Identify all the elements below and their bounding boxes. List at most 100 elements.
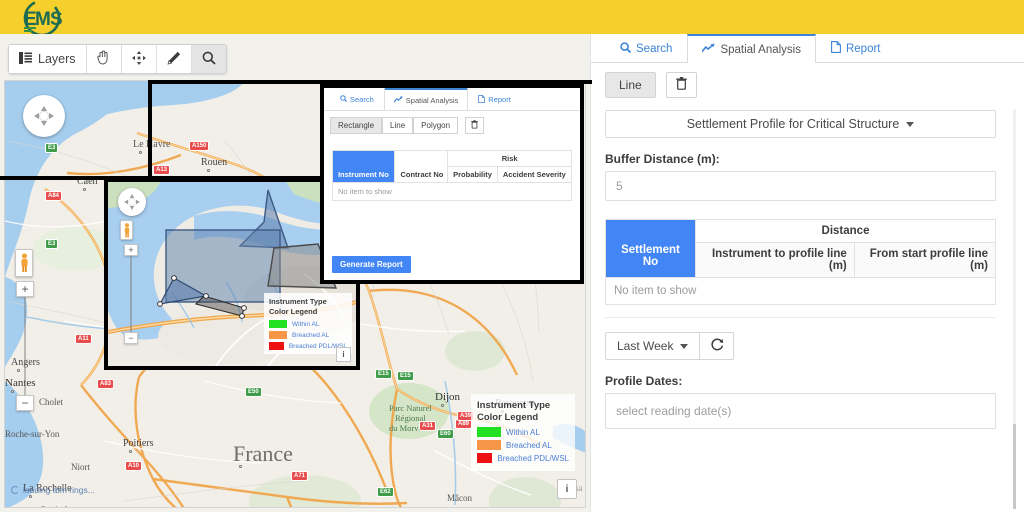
inset-map-info-button[interactable]: i bbox=[336, 347, 351, 362]
map-search-button[interactable] bbox=[191, 45, 226, 73]
map-place-dot bbox=[29, 495, 32, 498]
inset-tab-search-label: Search bbox=[350, 95, 374, 104]
move-arrows-icon bbox=[131, 50, 146, 68]
inset-pan-control[interactable] bbox=[118, 188, 146, 216]
profile-type-select[interactable]: Settlement Profile for Critical Structur… bbox=[605, 110, 996, 138]
draw-tool-button[interactable] bbox=[156, 45, 192, 73]
pan-tool-button[interactable] bbox=[86, 45, 122, 73]
road-shield: A31 bbox=[419, 421, 437, 431]
road-shield: E15 bbox=[397, 371, 414, 381]
inset-zoom-slider-track[interactable] bbox=[130, 256, 132, 332]
panel-tab-bar: Search Spatial Analysis Report bbox=[591, 34, 1024, 63]
road-shield: E60 bbox=[437, 429, 454, 439]
legend-item: Breached AL bbox=[269, 331, 347, 339]
legend-item-label: Breached AL bbox=[506, 440, 552, 450]
inset-tab-spatial-label: Spatial Analysis bbox=[405, 95, 459, 105]
inset-line-button[interactable]: Line bbox=[382, 117, 414, 134]
map-zoom-control[interactable]: + − bbox=[14, 281, 36, 411]
callout-guide-line-left bbox=[148, 80, 152, 180]
delete-drawing-button[interactable] bbox=[665, 72, 697, 98]
table-bottom-rule bbox=[605, 317, 996, 318]
inset-polygon-button[interactable]: Polygon bbox=[413, 117, 459, 134]
inset-tab-report[interactable]: Report bbox=[468, 88, 521, 110]
map-place-label: Poitiers bbox=[123, 438, 154, 449]
inset-street-view-pegman[interactable] bbox=[120, 220, 133, 240]
road-shield: E15 bbox=[375, 369, 392, 379]
road-shield: A84 bbox=[45, 191, 63, 201]
date-range-value: Last Week bbox=[617, 339, 674, 353]
svg-text:S: S bbox=[50, 9, 63, 30]
map-place-dot bbox=[139, 151, 142, 154]
legend-item-label: Within AL bbox=[506, 427, 540, 437]
inset-legend-items: Within AL Breached AL Breached PDL/WSL bbox=[269, 320, 347, 350]
right-panel: Search Spatial Analysis Report Line Sett… bbox=[590, 34, 1024, 512]
buffer-distance-label: Buffer Distance (m): bbox=[605, 152, 720, 166]
inset-tab-spatial-analysis[interactable]: Spatial Analysis bbox=[383, 88, 469, 110]
inset-col-probability: Probability bbox=[447, 166, 498, 183]
map-loading-indicator: loading tbm rings... bbox=[11, 485, 95, 495]
tab-report[interactable]: Report bbox=[816, 34, 896, 62]
top-bar: E M S bbox=[0, 0, 1024, 37]
legend-swatch bbox=[269, 320, 287, 328]
map-toolbar: Layers bbox=[8, 44, 227, 74]
pencil-icon bbox=[167, 51, 181, 68]
settlement-results-table: Settlement No Distance Instrument to pro… bbox=[605, 219, 997, 305]
profile-dates-input[interactable]: select reading date(s) bbox=[605, 393, 996, 429]
table-empty-text: No item to show bbox=[605, 277, 996, 305]
legend-item: Within AL bbox=[477, 427, 569, 437]
line-tool-button[interactable]: Line bbox=[605, 72, 656, 98]
tab-search[interactable]: Search bbox=[605, 34, 687, 62]
zoom-out-button[interactable]: − bbox=[16, 395, 34, 411]
road-shield: A150 bbox=[189, 141, 210, 151]
legend-item: Breached AL bbox=[477, 440, 569, 450]
map-place-label: Parc Naturel bbox=[389, 403, 432, 413]
legend-item: Within AL bbox=[269, 320, 347, 328]
inset-zoom-in-button[interactable]: + bbox=[124, 244, 138, 256]
map-place-label: Vichy bbox=[337, 506, 358, 507]
inset-tab-search[interactable]: Search bbox=[330, 88, 384, 110]
road-shield: A11 bbox=[75, 334, 92, 344]
date-range-group: Last Week bbox=[605, 332, 1010, 360]
map-pan-control[interactable] bbox=[23, 95, 65, 137]
map-place-dot bbox=[129, 450, 132, 453]
inset-legend: Instrument Type Color Legend Within AL Br… bbox=[264, 293, 352, 354]
zoom-slider-track[interactable] bbox=[24, 297, 26, 395]
file-pdf-icon bbox=[831, 41, 841, 56]
chevron-down-icon bbox=[680, 343, 689, 349]
tab-spatial-analysis[interactable]: Spatial Analysis bbox=[687, 34, 816, 63]
map-place-label: Mâcon bbox=[447, 493, 472, 503]
map-info-button[interactable]: i bbox=[557, 479, 577, 499]
street-view-pegman[interactable] bbox=[15, 249, 33, 277]
col-from-start-profile-line: From start profile line (m) bbox=[853, 242, 997, 278]
map-place-dot bbox=[239, 465, 242, 468]
hand-icon bbox=[96, 50, 111, 68]
panel-scrollbar-thumb[interactable] bbox=[1013, 424, 1016, 509]
legend-swatch bbox=[477, 453, 493, 463]
inset-delete-button[interactable] bbox=[465, 117, 485, 134]
inset-table-empty-text: No item to show bbox=[332, 182, 572, 201]
col-distance-group: Distance bbox=[695, 219, 996, 243]
legend-items: Within AL Breached AL Breached PDL/WSL bbox=[477, 427, 569, 463]
layers-button[interactable]: Layers bbox=[9, 45, 87, 73]
inset-generate-report-button[interactable]: Generate Report bbox=[332, 256, 411, 273]
move-tool-button[interactable] bbox=[121, 45, 157, 73]
inset-zoom-control[interactable]: + − bbox=[120, 244, 142, 344]
inset-results-table: Instrument No Contract No Risk Probabili… bbox=[332, 150, 573, 201]
buffer-distance-value: 5 bbox=[616, 179, 623, 193]
road-shield: E3 bbox=[45, 239, 59, 249]
tab-report-label: Report bbox=[845, 42, 881, 55]
legend-title-line2: Color Legend bbox=[477, 412, 539, 423]
inset-zoom-out-button[interactable]: − bbox=[124, 332, 138, 344]
map-place-label: Rouen bbox=[201, 157, 228, 168]
buffer-distance-input[interactable]: 5 bbox=[605, 171, 996, 201]
inset-tab-report-label: Report bbox=[488, 95, 511, 104]
legend-swatch bbox=[477, 440, 501, 450]
date-range-dropdown[interactable]: Last Week bbox=[605, 332, 701, 360]
map-place-label: Cholet bbox=[39, 397, 63, 407]
inset-rectangle-button[interactable]: Rectangle bbox=[330, 117, 383, 134]
legend-item-label: Breached AL bbox=[292, 331, 330, 339]
zoom-in-button[interactable]: + bbox=[16, 281, 34, 297]
tab-search-label: Search bbox=[636, 42, 673, 55]
road-shield: E62 bbox=[377, 487, 394, 497]
refresh-button[interactable] bbox=[700, 332, 735, 360]
